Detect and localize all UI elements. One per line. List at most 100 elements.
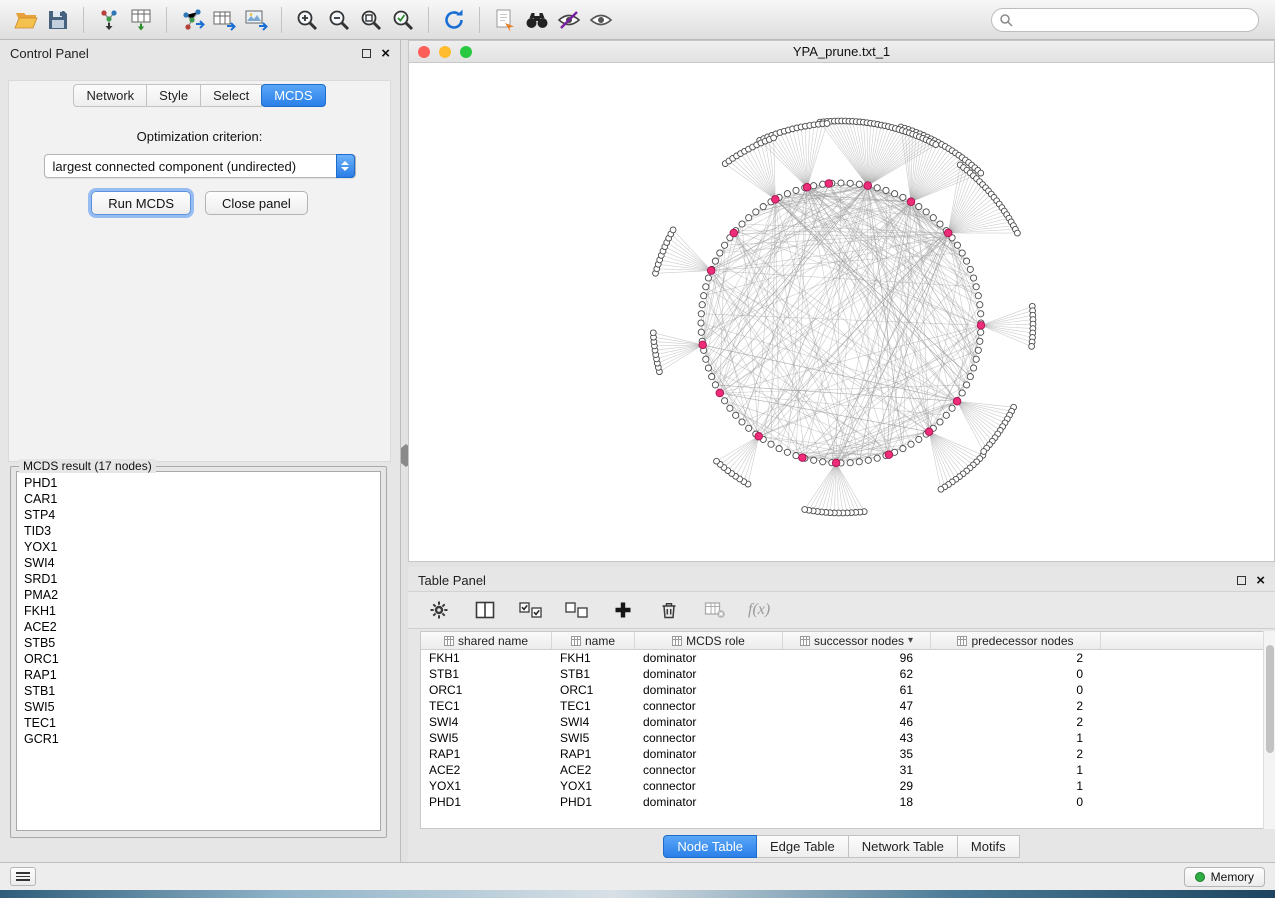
graph-dominator-node[interactable] xyxy=(716,389,724,397)
graph-node[interactable] xyxy=(847,180,853,186)
graph-node[interactable] xyxy=(943,412,949,418)
float-panel-icon[interactable] xyxy=(362,49,371,58)
graph-leaf-node[interactable] xyxy=(1015,230,1021,236)
column-header-MCDS-role[interactable]: MCDS role xyxy=(635,632,783,649)
graph-leaf-node[interactable] xyxy=(1029,344,1035,350)
table-scrollbar-thumb[interactable] xyxy=(1266,645,1274,753)
share-document-button[interactable] xyxy=(489,4,521,36)
graph-node[interactable] xyxy=(908,441,914,447)
graph-node[interactable] xyxy=(760,204,766,210)
close-table-panel-icon[interactable]: × xyxy=(1256,573,1265,588)
graph-node[interactable] xyxy=(967,374,973,380)
graph-dominator-node[interactable] xyxy=(864,182,872,190)
graph-node[interactable] xyxy=(971,365,977,371)
graph-leaf-node[interactable] xyxy=(938,486,944,492)
graph-node[interactable] xyxy=(916,436,922,442)
tab-mcds[interactable]: MCDS xyxy=(261,84,325,107)
graph-leaf-node[interactable] xyxy=(670,227,676,233)
graph-leaf-node[interactable] xyxy=(933,142,939,148)
graph-node[interactable] xyxy=(701,293,707,299)
deselect-all-rows-button[interactable] xyxy=(564,599,590,621)
show-all-button[interactable] xyxy=(585,4,617,36)
network-view[interactable] xyxy=(409,63,1274,561)
table-row[interactable]: SWI4SWI4dominator462 xyxy=(421,714,1264,730)
mcds-result-item[interactable]: TID3 xyxy=(17,523,380,539)
task-history-button[interactable] xyxy=(10,867,36,886)
graph-leaf-node[interactable] xyxy=(978,170,984,176)
mcds-result-item[interactable]: RAP1 xyxy=(17,667,380,683)
graph-dominator-node[interactable] xyxy=(799,454,807,462)
graph-node[interactable] xyxy=(739,419,745,425)
graph-node[interactable] xyxy=(937,221,943,227)
graph-leaf-node[interactable] xyxy=(981,449,987,455)
export-table-button[interactable] xyxy=(208,4,240,36)
tab-select[interactable]: Select xyxy=(201,84,262,107)
table-scrollbar[interactable] xyxy=(1263,631,1275,829)
graph-node[interactable] xyxy=(916,204,922,210)
mcds-result-item[interactable]: STB1 xyxy=(17,683,380,699)
new-network-button[interactable] xyxy=(176,4,208,36)
graph-node[interactable] xyxy=(975,347,981,353)
hide-selected-button[interactable] xyxy=(553,4,585,36)
table-row[interactable]: RAP1RAP1dominator352 xyxy=(421,746,1264,762)
select-all-rows-button[interactable] xyxy=(518,599,544,621)
graph-node[interactable] xyxy=(722,398,728,404)
run-mcds-button[interactable]: Run MCDS xyxy=(91,191,191,215)
graph-node[interactable] xyxy=(978,329,984,335)
tab-node-table[interactable]: Node Table xyxy=(663,835,757,858)
graph-node[interactable] xyxy=(930,215,936,221)
graph-dominator-node[interactable] xyxy=(755,433,763,441)
mcds-result-item[interactable]: TEC1 xyxy=(17,715,380,731)
graph-node[interactable] xyxy=(847,460,853,466)
graph-dominator-node[interactable] xyxy=(730,229,738,237)
graph-node[interactable] xyxy=(856,181,862,187)
graph-node[interactable] xyxy=(874,455,880,461)
search-input[interactable] xyxy=(991,8,1259,32)
graph-node[interactable] xyxy=(722,242,728,248)
graph-dominator-node[interactable] xyxy=(803,183,811,191)
graph-dominator-node[interactable] xyxy=(707,267,715,275)
graph-node[interactable] xyxy=(820,459,826,465)
graph-node[interactable] xyxy=(937,419,943,425)
graph-node[interactable] xyxy=(733,412,739,418)
column-header-predecessor-nodes[interactable]: predecessor nodes xyxy=(931,632,1101,649)
graph-node[interactable] xyxy=(954,242,960,248)
graph-node[interactable] xyxy=(959,250,965,256)
graph-node[interactable] xyxy=(900,194,906,200)
graph-node[interactable] xyxy=(753,209,759,215)
graph-node[interactable] xyxy=(739,221,745,227)
graph-node[interactable] xyxy=(971,275,977,281)
graph-node[interactable] xyxy=(703,356,709,362)
mcds-result-item[interactable]: STP4 xyxy=(17,507,380,523)
graph-node[interactable] xyxy=(712,258,718,264)
graph-node[interactable] xyxy=(705,275,711,281)
graph-dominator-node[interactable] xyxy=(885,451,893,459)
graph-dominator-node[interactable] xyxy=(953,398,961,406)
mcds-result-item[interactable]: PMA2 xyxy=(17,587,380,603)
mcds-result-item[interactable]: ACE2 xyxy=(17,619,380,635)
show-column-panel-button[interactable] xyxy=(472,599,498,621)
tab-network[interactable]: Network xyxy=(73,84,147,107)
table-row[interactable]: ORC1ORC1dominator610 xyxy=(421,682,1264,698)
graph-node[interactable] xyxy=(900,446,906,452)
graph-node[interactable] xyxy=(964,382,970,388)
tab-motifs[interactable]: Motifs xyxy=(958,835,1020,858)
table-row[interactable]: YOX1YOX1connector291 xyxy=(421,778,1264,794)
table-row[interactable]: FKH1FKH1dominator962 xyxy=(421,650,1264,666)
mcds-result-list[interactable]: PHD1CAR1STP4TID3YOX1SWI4SRD1PMA2FKH1ACE2… xyxy=(16,471,381,831)
graph-dominator-node[interactable] xyxy=(907,198,915,206)
graph-node[interactable] xyxy=(883,187,889,193)
mcds-result-item[interactable]: STB5 xyxy=(17,635,380,651)
import-table-button[interactable] xyxy=(125,4,157,36)
graph-node[interactable] xyxy=(811,457,817,463)
graph-node[interactable] xyxy=(959,390,965,396)
graph-node[interactable] xyxy=(923,209,929,215)
graph-node[interactable] xyxy=(964,258,970,264)
graph-leaf-node[interactable] xyxy=(771,135,777,141)
graph-node[interactable] xyxy=(977,302,983,308)
tab-style[interactable]: Style xyxy=(147,84,201,107)
graph-node[interactable] xyxy=(874,185,880,191)
refresh-layout-button[interactable] xyxy=(438,4,470,36)
graph-node[interactable] xyxy=(709,374,715,380)
graph-node[interactable] xyxy=(746,425,752,431)
